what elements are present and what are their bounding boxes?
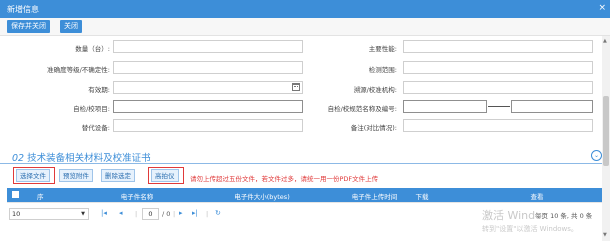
scroll-up-icon[interactable]: ▲ [603,38,607,44]
table-body [7,202,610,203]
accuracy-label: 准确度等级/不确定性: [47,66,110,74]
main-performance-input[interactable] [403,40,593,53]
document-camera-button[interactable]: 高拍仪 [151,169,179,182]
chevron-down-icon: ▼ [81,211,85,217]
close-icon[interactable]: × [598,3,606,13]
choose-file-button[interactable]: 选择文件 [16,169,50,182]
save-and-close-button[interactable]: 保存并关闭 [7,20,50,33]
column-header: 序 [37,193,44,201]
calibration-org-label: 溯源/校准机构: [353,86,397,94]
prev-page-icon[interactable]: ◂ [119,209,123,217]
spec-name-label: 自检/校规范名称及编号: [327,105,397,113]
attachment-toolbar: 选择文件 预览附件 删除选定 高拍仪 请勿上传超过五份文件，若文件过多，请统一用… [0,164,610,188]
upload-warning: 请勿上传超过五份文件，若文件过多，请统一用一份PDF文件上传 [190,175,379,183]
substitute-device-input[interactable] [113,119,303,132]
main-performance-label: 主要性能: [368,45,397,53]
total-pages: / 0 [162,210,171,218]
calibration-org-input[interactable] [403,81,593,94]
accuracy-input[interactable] [113,61,303,74]
page-number-input[interactable]: 0 [142,208,159,220]
next-page-icon[interactable]: ▸ [179,209,183,217]
spec-number-input[interactable] [511,100,593,113]
activation-watermark-hint: 转到"设置"以激活 Windows。 [482,225,578,233]
quantity-label: 数量（台）: [75,45,110,53]
column-header: 下载 [415,193,429,201]
page-size-value: 10 [12,210,21,218]
column-header: 查看 [530,193,544,201]
equipment-form: 数量（台）: 准确度等级/不确定性: 有效期: 自检/校项目: 替代设备: 主要… [0,36,600,136]
separator-dash [488,106,510,107]
toolbar: 保存并关闭 关闭 [0,18,610,36]
validity-label: 有效期: [88,86,110,94]
preview-attachment-button[interactable]: 预览附件 [59,169,93,182]
scroll-thumb[interactable] [603,96,609,166]
page-summary: 每页 10 条, 共 0 条 [535,212,593,220]
remarks-label: 备注(对比情况): [350,124,397,132]
close-button[interactable]: 关闭 [60,20,82,33]
column-header: 电子件名称 [120,193,154,201]
pager-divider: | [173,210,176,218]
spec-name-input[interactable] [403,100,487,113]
self-check-item-input[interactable] [113,100,303,113]
remarks-input[interactable] [403,119,593,132]
self-check-item-label: 自检/校项目: [73,105,110,113]
quantity-input[interactable] [113,40,303,53]
substitute-device-label: 替代设备: [81,124,110,132]
scroll-down-icon[interactable]: ▼ [603,232,607,238]
page-size-select[interactable]: 10 ▼ [9,208,89,220]
column-header: 电子件上传时间 [351,193,398,201]
column-header: 电子件大小(bytes) [234,193,290,201]
detection-range-input[interactable] [403,61,593,74]
pager-divider: | [135,210,138,218]
attachment-table-header: 序 电子件名称 电子件大小(bytes) 电子件上传时间 下载 查看 [7,188,610,202]
detection-range-label: 检测范围: [368,66,397,74]
activation-watermark: 激活 Windo [482,209,542,222]
last-page-icon[interactable]: ▸| [192,209,198,217]
pager-divider: | [206,210,209,218]
validity-date-input[interactable] [113,81,303,94]
section-heading: 02 技术装备相关材料及校准证书 [12,150,151,164]
dialog-titlebar: 新增信息 × [0,0,610,18]
scrollbar[interactable]: ▲ ▼ [602,36,610,241]
select-all-checkbox[interactable] [12,191,19,198]
dialog-title: 新增信息 [7,5,39,14]
collapse-icon[interactable]: ⌄ [591,150,602,161]
first-page-icon[interactable]: |◂ [101,209,107,217]
delete-selected-button[interactable]: 删除选定 [101,169,135,182]
refresh-icon[interactable]: ↻ [215,209,221,217]
